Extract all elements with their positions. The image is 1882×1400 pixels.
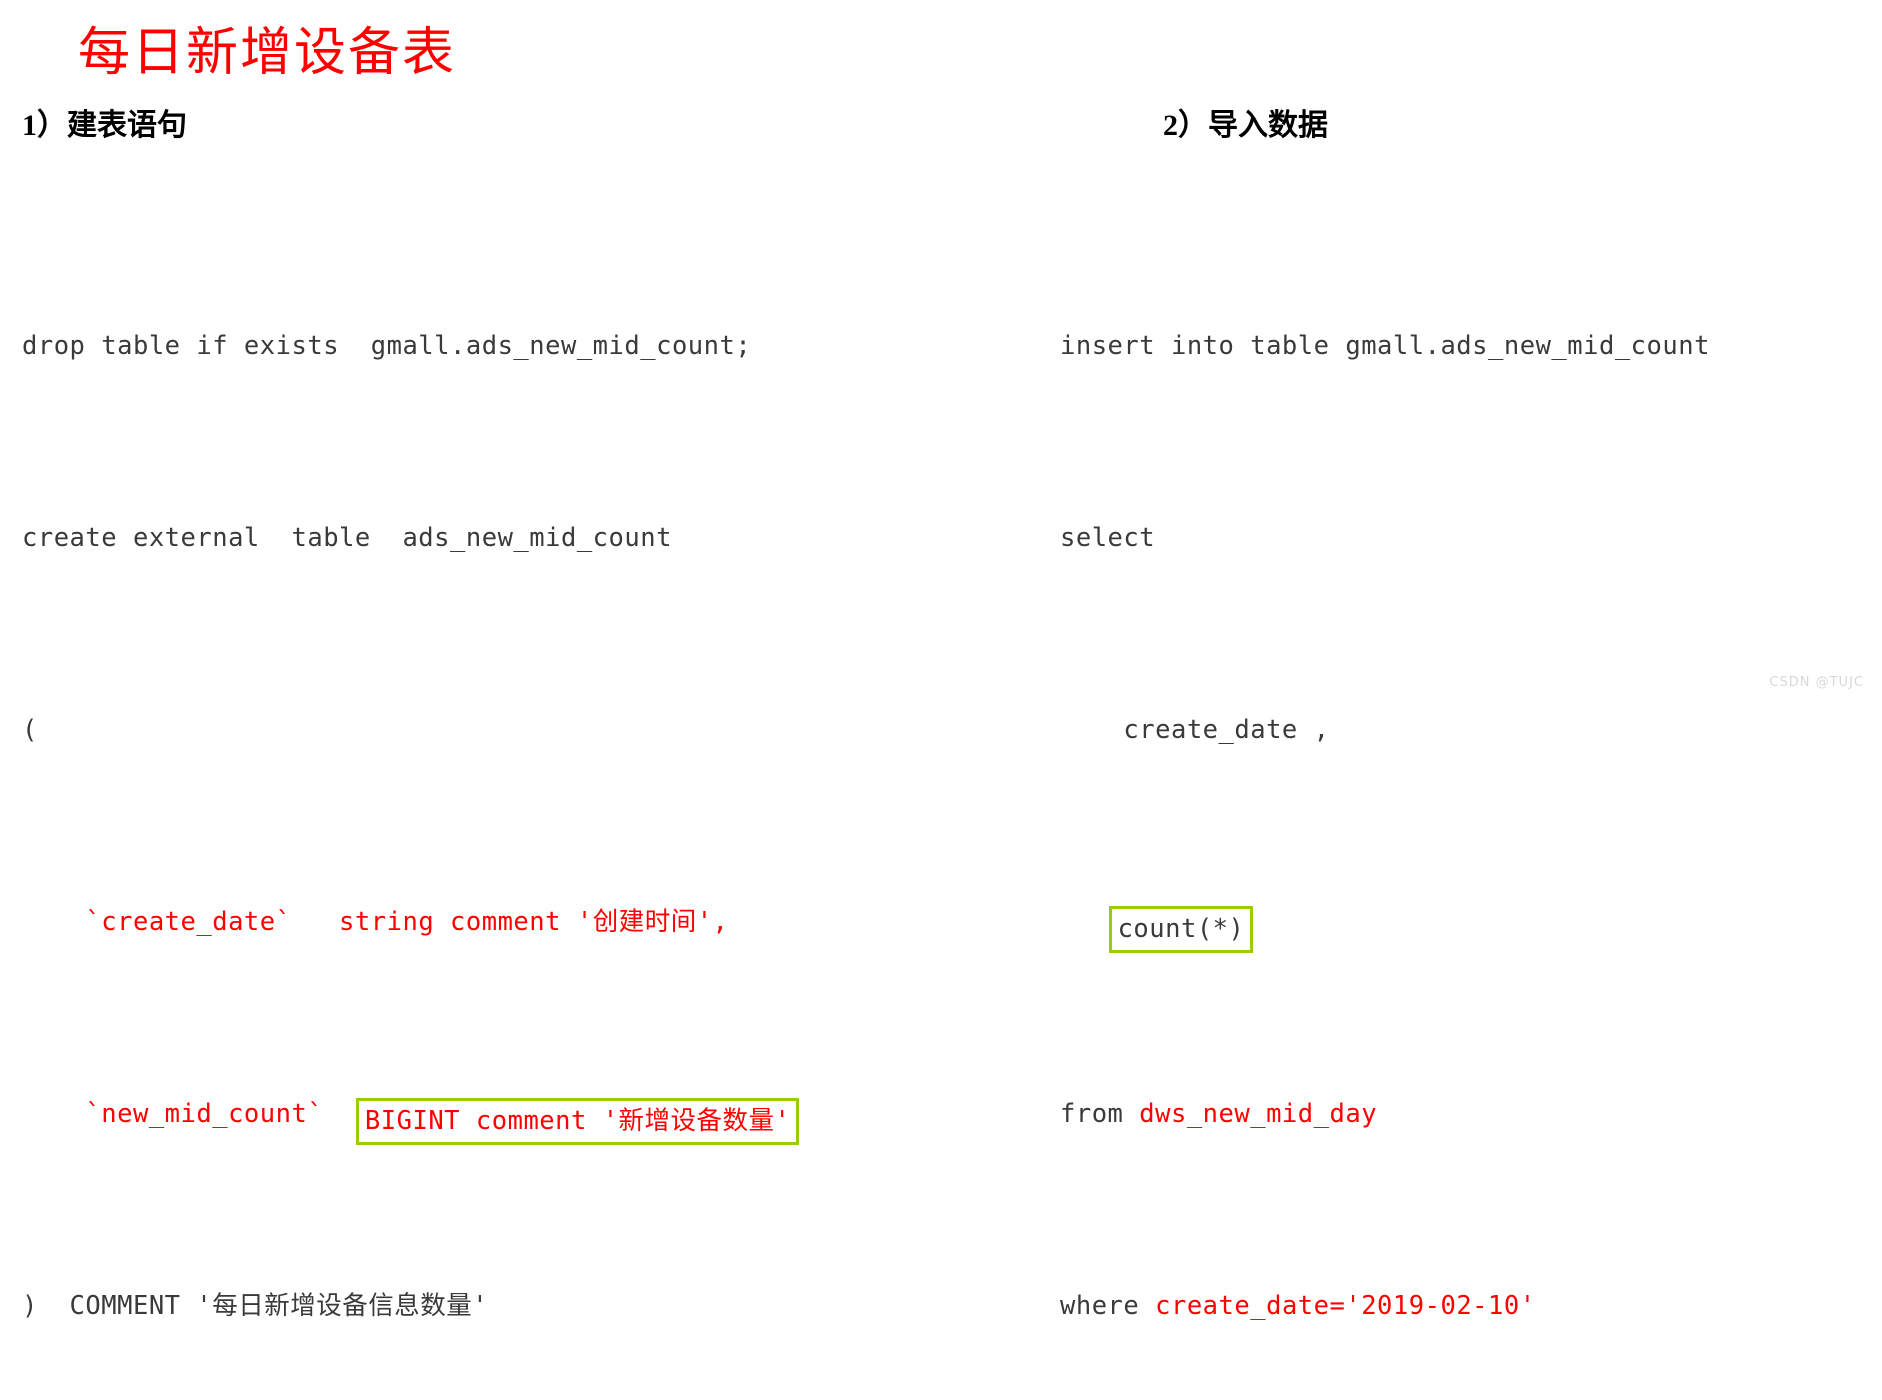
field-type-create-date: string comment '创建时间', — [291, 907, 729, 937]
keyword-from: from — [1060, 1099, 1140, 1129]
section-heading-create-table: 1）建表语句 — [22, 109, 187, 142]
page-title: 每日新增设备表 — [78, 24, 457, 82]
code-line-select: select — [1060, 514, 1710, 562]
keyword-where: where — [1060, 1291, 1156, 1321]
slide-canvas: 每日新增设备表 1）建表语句 drop table if exists gmal… — [0, 0, 1882, 1321]
where-condition: create_date='2019-02-10' — [1155, 1291, 1536, 1321]
code-line-from: from dws_new_mid_day — [1060, 1090, 1710, 1138]
field-name-create-date: `create_date` — [22, 907, 292, 937]
highlight-box-count-star: count(*) — [1108, 906, 1254, 953]
code-line-insert-into: insert into table gmall.ads_new_mid_coun… — [1060, 322, 1710, 370]
code-line-select-count: count(*) — [1060, 898, 1710, 953]
code-line-create-table: create external table ads_new_mid_count — [22, 514, 830, 562]
code-spacer — [323, 1099, 355, 1129]
code-block-insert-data: insert into table gmall.ads_new_mid_coun… — [1060, 178, 1710, 1400]
code-line-drop-table: drop table if exists gmall.ads_new_mid_c… — [22, 322, 830, 370]
code-text: insert into table gmall.ads_new_mid_coun… — [1060, 331, 1710, 361]
code-block-create-table: drop table if exists gmall.ads_new_mid_c… — [22, 178, 830, 1400]
code-text: ( — [22, 715, 38, 745]
code-line-open-paren: ( — [22, 706, 830, 754]
code-text: select — [1060, 523, 1156, 553]
table-name-dws-new-mid-day: dws_new_mid_day — [1139, 1099, 1378, 1129]
code-line-field-new-mid-count: `new_mid_count` BIGINT comment '新增设备数量' — [22, 1090, 830, 1145]
code-line-field-create-date: `create_date` string comment '创建时间', — [22, 898, 830, 946]
code-line-table-comment: ) COMMENT '每日新增设备信息数量' — [22, 1282, 830, 1330]
code-text: create_date , — [1060, 715, 1330, 745]
highlight-box-bigint: BIGINT comment '新增设备数量' — [355, 1098, 800, 1145]
watermark: CSDN @TUJC — [1769, 675, 1864, 690]
code-text: ) COMMENT '每日新增设备信息数量' — [22, 1291, 489, 1321]
section-heading-import-data: 2）导入数据 — [1163, 109, 1328, 142]
code-text: create external table ads_new_mid_count — [22, 523, 672, 553]
field-name-new-mid-count: `new_mid_count` — [22, 1099, 324, 1129]
code-text: drop table if exists gmall.ads_new_mid_c… — [22, 331, 752, 361]
code-line-select-create-date: create_date , — [1060, 706, 1710, 754]
code-line-where: where create_date='2019-02-10' — [1060, 1282, 1710, 1330]
